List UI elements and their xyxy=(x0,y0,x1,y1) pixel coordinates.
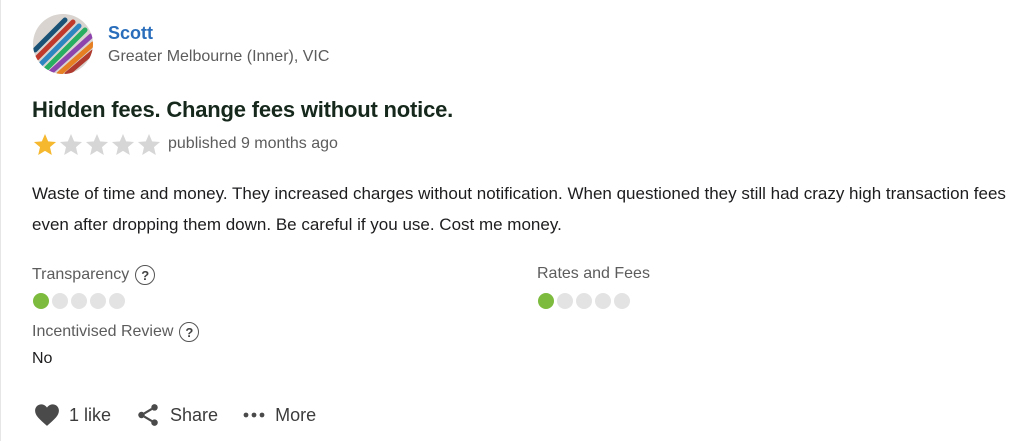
score-dot-empty xyxy=(614,293,630,309)
share-label: Share xyxy=(170,404,219,425)
review-actions: 1 like Share More xyxy=(34,402,340,428)
metric-label-rates-and-fees: Rates and Fees xyxy=(537,265,650,282)
star-filled-icon xyxy=(33,133,57,155)
score-dot-empty xyxy=(576,293,592,309)
more-label: More xyxy=(275,404,317,425)
score-dot-empty xyxy=(557,293,573,309)
share-icon xyxy=(135,402,161,428)
score-dot-filled xyxy=(538,293,554,309)
review-body: Waste of time and money. They increased … xyxy=(32,184,1006,234)
share-button[interactable]: Share xyxy=(135,402,218,428)
star-empty-icon xyxy=(111,133,135,155)
score-dot-empty xyxy=(109,293,125,309)
reviewer-location: Greater Melbourne (Inner), VIC xyxy=(108,48,330,65)
heart-icon xyxy=(34,403,60,427)
rates-and-fees-score-dots xyxy=(538,293,630,309)
ellipsis-icon xyxy=(242,410,266,420)
metric-transparency: Transparency ? xyxy=(32,265,156,285)
more-button[interactable]: More xyxy=(242,405,316,426)
reviewer-name[interactable]: Scott xyxy=(108,23,153,44)
published-date: published 9 months ago xyxy=(168,135,338,152)
score-dot-empty xyxy=(595,293,611,309)
metric-label-transparency: Transparency xyxy=(32,266,130,283)
star-rating xyxy=(32,132,162,158)
review-title: Hidden fees. Change fees without notice. xyxy=(32,97,454,122)
incentivised-review-label: Incentivised Review xyxy=(32,323,174,340)
like-count: 1 like xyxy=(69,404,112,425)
review-card: Scott Greater Melbourne (Inner), VIC Hid… xyxy=(0,0,1024,441)
question-circle-icon[interactable]: ? xyxy=(179,322,200,342)
score-dot-empty xyxy=(90,293,106,309)
star-empty-icon xyxy=(85,133,109,155)
star-empty-icon xyxy=(137,133,161,155)
incentivised-review: Incentivised Review ? xyxy=(32,322,200,342)
transparency-score-dots xyxy=(33,293,125,309)
like-button[interactable]: 1 like xyxy=(34,403,111,427)
star-empty-icon xyxy=(59,133,83,155)
score-dot-empty xyxy=(52,293,68,309)
reviewer-avatar[interactable] xyxy=(33,14,93,74)
metric-rates-and-fees: Rates and Fees xyxy=(537,265,650,283)
incentivised-review-value: No xyxy=(32,350,53,367)
score-dot-empty xyxy=(71,293,87,309)
question-circle-icon[interactable]: ? xyxy=(135,265,156,285)
score-dot-filled xyxy=(33,293,49,309)
